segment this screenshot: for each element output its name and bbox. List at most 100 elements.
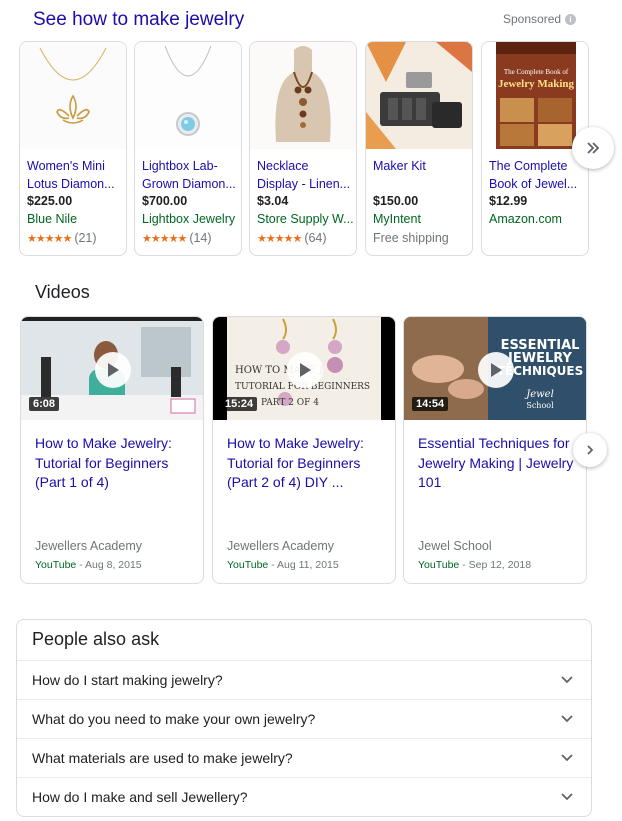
book-cover-image: The Complete Book of Jewelry Making [496, 42, 576, 149]
video-meta: YouTube - Aug 8, 2015 [35, 559, 142, 571]
star-rating-icon: ★★★★★ [142, 232, 187, 245]
product-card[interactable]: Necklace Display - Linen... $3.04 Store … [249, 41, 357, 256]
video-title-link[interactable]: How to Make Jewelry: Tutorial for Beginn… [35, 434, 195, 493]
product-rating: ★★★★★ (21) [27, 231, 97, 245]
double-chevron-right-icon [587, 142, 600, 154]
product-name-line: Lotus Diamon... [27, 177, 115, 191]
video-thumbnail[interactable]: HOW TO MAKE J TUTORIAL FOR BEGINNERS PAR… [213, 317, 395, 420]
product-store: Amazon.com [489, 212, 562, 226]
video-meta: YouTube - Aug 11, 2015 [227, 559, 339, 571]
play-button[interactable] [478, 352, 514, 388]
video-thumbnail[interactable]: ESSENTIAL JEWELRY TECHNIQUES Jewel Schoo… [404, 317, 586, 420]
product-price: $150.00 [373, 194, 419, 208]
question-text: What do you need to make your own jewelr… [32, 711, 316, 727]
play-button[interactable] [95, 352, 131, 388]
product-name-line: Maker Kit [373, 159, 426, 173]
lotus-necklace-image [39, 47, 107, 124]
product-name-link[interactable]: Necklace Display - Linen... [257, 157, 353, 193]
product-name-link[interactable]: Lightbox Lab- Grown Diamon... [142, 157, 238, 193]
video-channel: Jewellers Academy [35, 539, 142, 553]
book-cover-text: Jewelry Making [498, 78, 575, 90]
chevron-right-icon [587, 445, 594, 455]
product-store: MyIntent [373, 212, 421, 226]
video-channel: Jewellers Academy [227, 539, 334, 553]
question-row[interactable]: How do I start making jewelry? [17, 660, 591, 699]
shopping-title-link[interactable]: See how to make jewelry [33, 9, 244, 31]
people-also-ask-panel: People also ask How do I start making je… [16, 619, 592, 817]
video-source: YouTube [35, 559, 77, 571]
video-channel: Jewel School [418, 539, 492, 553]
video-source: YouTube [418, 559, 460, 571]
star-rating-icon: ★★★★★ [27, 232, 72, 245]
video-title-link[interactable]: How to Make Jewelry: Tutorial for Beginn… [227, 434, 387, 493]
video-source: YouTube [227, 559, 269, 571]
review-count: (14) [189, 231, 212, 245]
product-card[interactable]: Maker Kit $150.00 MyIntent Free shipping [365, 41, 473, 256]
shopping-next-button[interactable] [572, 127, 614, 169]
thumbnail-text: PART 2 OF 4 [261, 398, 319, 408]
product-store: Blue Nile [27, 212, 78, 226]
product-name-line: The Complete [489, 159, 568, 173]
video-card[interactable]: HOW TO MAKE J TUTORIAL FOR BEGINNERS PAR… [212, 316, 396, 584]
product-name-line: Display - Linen... [257, 177, 351, 191]
necklace-display-image [275, 46, 331, 142]
product-name-line: Book of Jewel... [489, 177, 578, 191]
product-image-lotus-necklace[interactable] [20, 42, 126, 149]
video-duration: 14:54 [412, 397, 449, 411]
people-also-ask-title: People also ask [32, 629, 160, 649]
product-price: $225.00 [27, 194, 73, 208]
video-duration: 6:08 [29, 397, 60, 411]
product-image-book[interactable]: The Complete Book of Jewelry Making [482, 42, 588, 149]
product-rating: ★★★★★ (64) [257, 231, 327, 245]
product-rating: ★★★★★ (14) [142, 231, 212, 245]
play-icon [491, 363, 502, 377]
review-count: (21) [74, 231, 97, 245]
product-image-maker-kit[interactable] [366, 42, 472, 149]
video-thumbnail[interactable]: 6:08 [21, 317, 203, 420]
product-price: $3.04 [257, 194, 289, 208]
product-image-necklace-display[interactable] [250, 42, 356, 149]
videos-section-title: Videos [35, 282, 90, 302]
video-date: - Aug 11, 2015 [268, 559, 339, 571]
play-icon [108, 363, 119, 377]
product-name-link[interactable]: The Complete Book of Jewel... [489, 157, 585, 193]
video-card[interactable]: ESSENTIAL JEWELRY TECHNIQUES Jewel Schoo… [403, 316, 587, 584]
question-text: How do I start making jewelry? [32, 672, 223, 688]
chevron-down-icon [561, 715, 573, 723]
thumbnail-text: School [526, 401, 554, 410]
info-icon[interactable]: i [565, 13, 577, 25]
product-name-line: Lightbox Lab- [142, 159, 218, 173]
product-name-line: Necklace [257, 159, 309, 173]
play-button[interactable] [287, 352, 323, 388]
product-name-line: Grown Diamon... [142, 177, 236, 191]
shipping-note: Free shipping [373, 231, 449, 245]
product-store: Lightbox Jewelry [142, 212, 236, 226]
question-text: What materials are used to make jewelry? [32, 750, 293, 766]
product-image-diamond-necklace[interactable] [135, 42, 241, 149]
diamond-pendant-image [164, 45, 212, 136]
chevron-down-icon [561, 754, 573, 762]
video-date: - Sep 12, 2018 [459, 559, 532, 571]
book-cover-text: The Complete Book of [504, 68, 569, 76]
video-card[interactable]: 6:08 How to Make Jewelry: Tutorial for B… [20, 316, 204, 584]
product-name-link[interactable]: Women's Mini Lotus Diamon... [27, 157, 123, 193]
videos-next-button[interactable] [573, 433, 607, 467]
sponsored-text: Sponsored [503, 12, 562, 26]
chevron-down-icon [561, 676, 573, 684]
product-card[interactable]: Women's Mini Lotus Diamon... $225.00 Blu… [19, 41, 127, 256]
play-icon [300, 363, 311, 377]
video-title-link[interactable]: Essential Techniques for Jewelry Making … [418, 434, 578, 493]
thumbnail-text: Jewel [524, 389, 554, 400]
question-row[interactable]: How do I make and sell Jewellery? [17, 777, 591, 816]
product-name-line: Women's Mini [27, 159, 105, 173]
question-row[interactable]: What materials are used to make jewelry? [17, 738, 591, 777]
question-text: How do I make and sell Jewellery? [32, 789, 248, 805]
sponsored-label: Sponsored i [503, 12, 577, 26]
product-price: $12.99 [489, 194, 528, 208]
video-date: - Aug 8, 2015 [76, 559, 142, 571]
video-duration: 15:24 [221, 397, 258, 411]
question-row[interactable]: What do you need to make your own jewelr… [17, 699, 591, 738]
product-price: $700.00 [142, 194, 188, 208]
product-name-link[interactable]: Maker Kit [373, 157, 469, 175]
product-card[interactable]: Lightbox Lab- Grown Diamon... $700.00 Li… [134, 41, 242, 256]
